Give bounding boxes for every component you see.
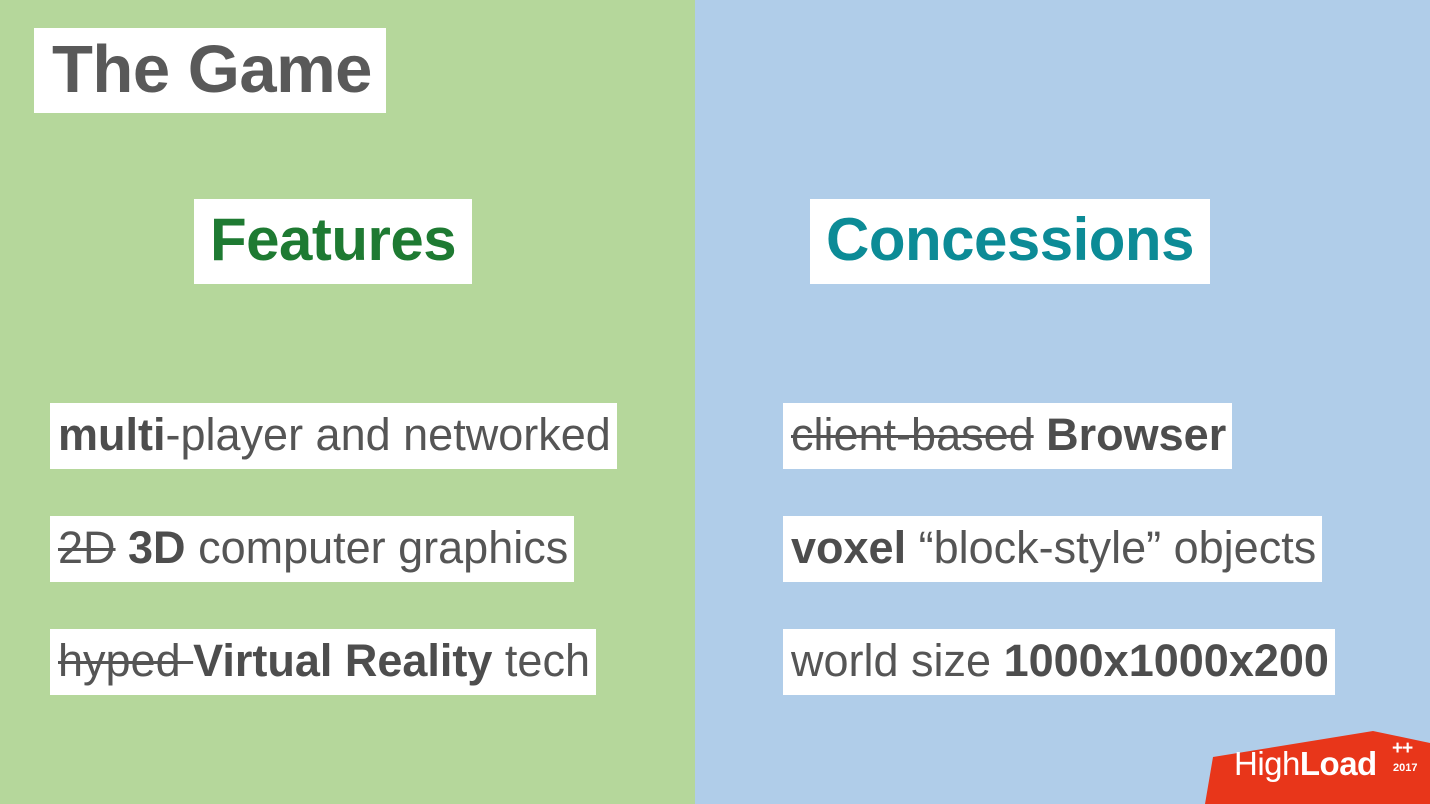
features-item-3: hyped Virtual Reality tech bbox=[50, 629, 596, 695]
features-item-1: multi-player and networked bbox=[50, 403, 617, 469]
plain-text: world size bbox=[791, 635, 1004, 686]
concessions-list: client-based Browser voxel “block-style”… bbox=[783, 403, 1335, 742]
strikethrough-text: hyped bbox=[58, 635, 194, 686]
list-item: client-based Browser bbox=[783, 403, 1335, 516]
bold-text: Virtual Reality bbox=[193, 635, 493, 686]
bold-text: 3D bbox=[115, 522, 186, 573]
strikethrough-text: 2D bbox=[58, 522, 116, 573]
plain-text: “block-style” objects bbox=[906, 522, 1317, 573]
page-title: The Game bbox=[34, 28, 386, 114]
list-item: multi-player and networked bbox=[50, 403, 617, 516]
highload-logo: HighLoad ++ 2017 bbox=[1205, 731, 1430, 804]
logo-shape bbox=[1205, 731, 1430, 804]
bold-text: voxel bbox=[791, 522, 907, 573]
list-item: voxel “block-style” objects bbox=[783, 516, 1335, 629]
strikethrough-text: client-based bbox=[791, 409, 1034, 460]
features-heading: Features bbox=[194, 199, 473, 284]
concessions-heading: Concessions bbox=[810, 199, 1210, 284]
list-item: world size 1000x1000x200 bbox=[783, 629, 1335, 742]
features-item-2: 2D 3D computer graphics bbox=[50, 516, 575, 582]
features-heading-text: Features bbox=[194, 199, 473, 284]
concessions-item-3: world size 1000x1000x200 bbox=[783, 629, 1335, 695]
list-item: 2D 3D computer graphics bbox=[50, 516, 617, 629]
plain-text: -player and networked bbox=[165, 409, 611, 460]
concessions-item-2: voxel “block-style” objects bbox=[783, 516, 1323, 582]
concessions-item-1: client-based Browser bbox=[783, 403, 1233, 469]
concessions-heading-text: Concessions bbox=[810, 199, 1210, 284]
slide-root: The Game Features Concessions multi-play… bbox=[0, 0, 1430, 804]
bold-text: Browser bbox=[1033, 409, 1227, 460]
plain-text: computer graphics bbox=[185, 522, 569, 573]
features-list: multi-player and networked 2D 3D compute… bbox=[50, 403, 617, 742]
bold-text: multi bbox=[58, 409, 166, 460]
plain-text: tech bbox=[492, 635, 590, 686]
bold-text: 1000x1000x200 bbox=[1003, 635, 1329, 686]
page-title-text: The Game bbox=[34, 28, 386, 114]
list-item: hyped Virtual Reality tech bbox=[50, 629, 617, 742]
